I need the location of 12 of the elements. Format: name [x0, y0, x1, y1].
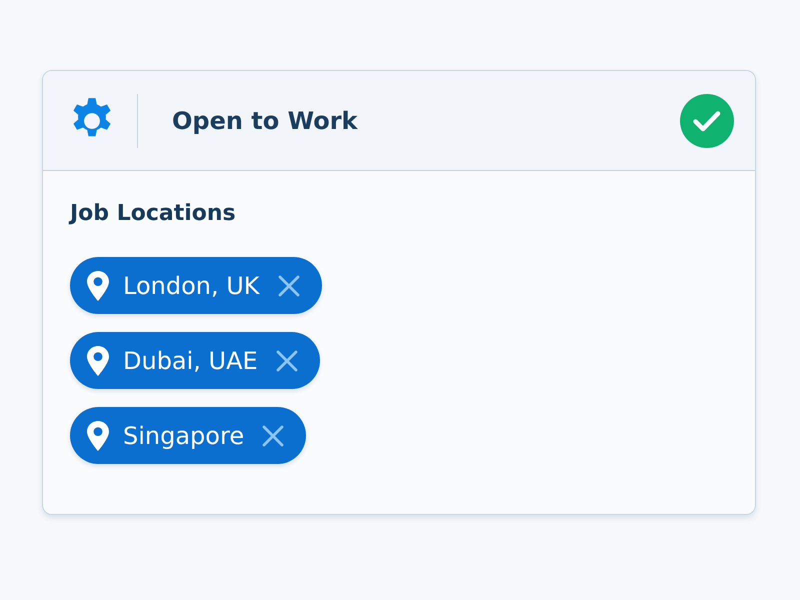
close-icon[interactable]	[276, 350, 298, 372]
close-icon[interactable]	[262, 424, 284, 446]
section-heading: Job Locations	[70, 201, 236, 226]
card-title: Open to Work	[172, 106, 359, 134]
location-pin-icon	[87, 270, 109, 300]
location-chip[interactable]: London, UK	[70, 257, 322, 314]
close-icon[interactable]	[278, 274, 300, 296]
location-pin-icon	[87, 346, 109, 376]
location-chip[interactable]: Singapore	[70, 407, 306, 464]
check-icon	[680, 94, 734, 148]
location-chip[interactable]: Dubai, UAE	[70, 332, 320, 389]
location-pin-icon	[87, 420, 109, 450]
